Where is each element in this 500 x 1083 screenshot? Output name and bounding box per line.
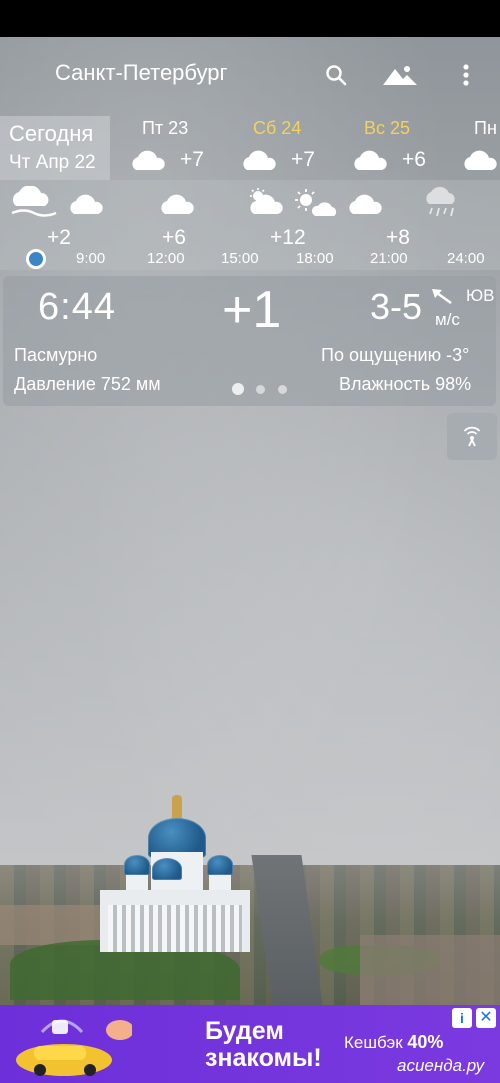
feels-like: По ощущению -3° xyxy=(321,345,470,365)
today-label: Сегодня xyxy=(9,121,94,146)
wind-unit: м/с xyxy=(435,310,460,329)
cloud-icon xyxy=(132,150,165,170)
day-temp: +6 xyxy=(402,148,426,171)
hour-label: 15:00 xyxy=(221,250,259,267)
day-name: Сб 24 xyxy=(253,118,302,138)
hour-label: 9:00 xyxy=(76,250,106,267)
ad-info-icon[interactable]: i xyxy=(452,1008,472,1028)
hour-label: 18:00 xyxy=(296,250,334,267)
page-indicator-dot[interactable] xyxy=(278,385,287,394)
cloud-icon xyxy=(70,194,103,214)
city-panorama xyxy=(0,830,500,1005)
hour-label: 12:00 xyxy=(147,250,185,267)
humidity: Влажность 98% xyxy=(339,374,472,394)
hour-temp: +12 xyxy=(270,226,306,249)
condition-text: Пасмурно xyxy=(14,345,98,365)
day-temp: +7 xyxy=(180,148,204,171)
wind-speed: 3-5 xyxy=(370,286,423,327)
cloud-icon xyxy=(354,150,387,170)
ad-cashback: Кешбэк 40% xyxy=(344,1032,443,1053)
day-tab-today[interactable]: Сегодня Чт Апр 22 xyxy=(0,116,110,180)
clock: 6:44 xyxy=(38,286,116,328)
ad-cashback-label: Кешбэк xyxy=(344,1033,403,1052)
ad-cashback-percent: 40% xyxy=(407,1032,444,1052)
partly-cloudy-icon xyxy=(250,188,283,214)
hour-temp: +2 xyxy=(47,226,71,249)
rain-icon xyxy=(426,186,455,217)
ad-brand: асиенда.ру xyxy=(397,1056,485,1075)
status-bar xyxy=(0,0,500,37)
current-temperature: +1 xyxy=(222,281,282,339)
day-name: Вс 25 xyxy=(364,118,411,138)
today-date: Чт Апр 22 xyxy=(9,152,96,173)
wind-direction: ЮВ xyxy=(466,286,495,305)
cloud-icon xyxy=(243,150,276,170)
hour-label: 24:00 xyxy=(447,250,485,267)
ad-close-icon[interactable]: ✕ xyxy=(476,1008,496,1028)
search-icon[interactable] xyxy=(322,58,350,92)
day-name: Пн xyxy=(474,118,497,138)
page-indicator-dot[interactable] xyxy=(256,385,265,394)
ad-car-illustration xyxy=(16,1019,132,1076)
radar-icon xyxy=(463,426,481,446)
hour-temp: +6 xyxy=(162,226,186,249)
pressure: Давление 752 мм xyxy=(14,374,161,394)
day-temp: +7 xyxy=(291,148,315,171)
cloud-icon xyxy=(161,194,194,214)
radar-button[interactable] xyxy=(447,413,497,460)
landscape-icon[interactable] xyxy=(380,58,420,92)
hour-temp: +8 xyxy=(386,226,410,249)
more-vert-icon[interactable] xyxy=(456,58,476,92)
sun-cloud-icon xyxy=(295,189,337,216)
cloud-icon xyxy=(464,150,497,170)
day-name: Пт 23 xyxy=(142,118,189,138)
wind-direction-icon xyxy=(432,289,452,305)
ad-headline-1: Будем xyxy=(205,1017,284,1045)
ad-headline-2: знакомы! xyxy=(205,1044,322,1072)
cloud-icon xyxy=(349,194,382,214)
fog-cloud-icon xyxy=(11,186,57,217)
city-title[interactable]: Санкт-Петербург xyxy=(55,60,228,86)
page-indicator-dot-active[interactable] xyxy=(232,383,244,395)
hour-label: 21:00 xyxy=(370,250,408,267)
current-time-marker xyxy=(26,249,46,269)
